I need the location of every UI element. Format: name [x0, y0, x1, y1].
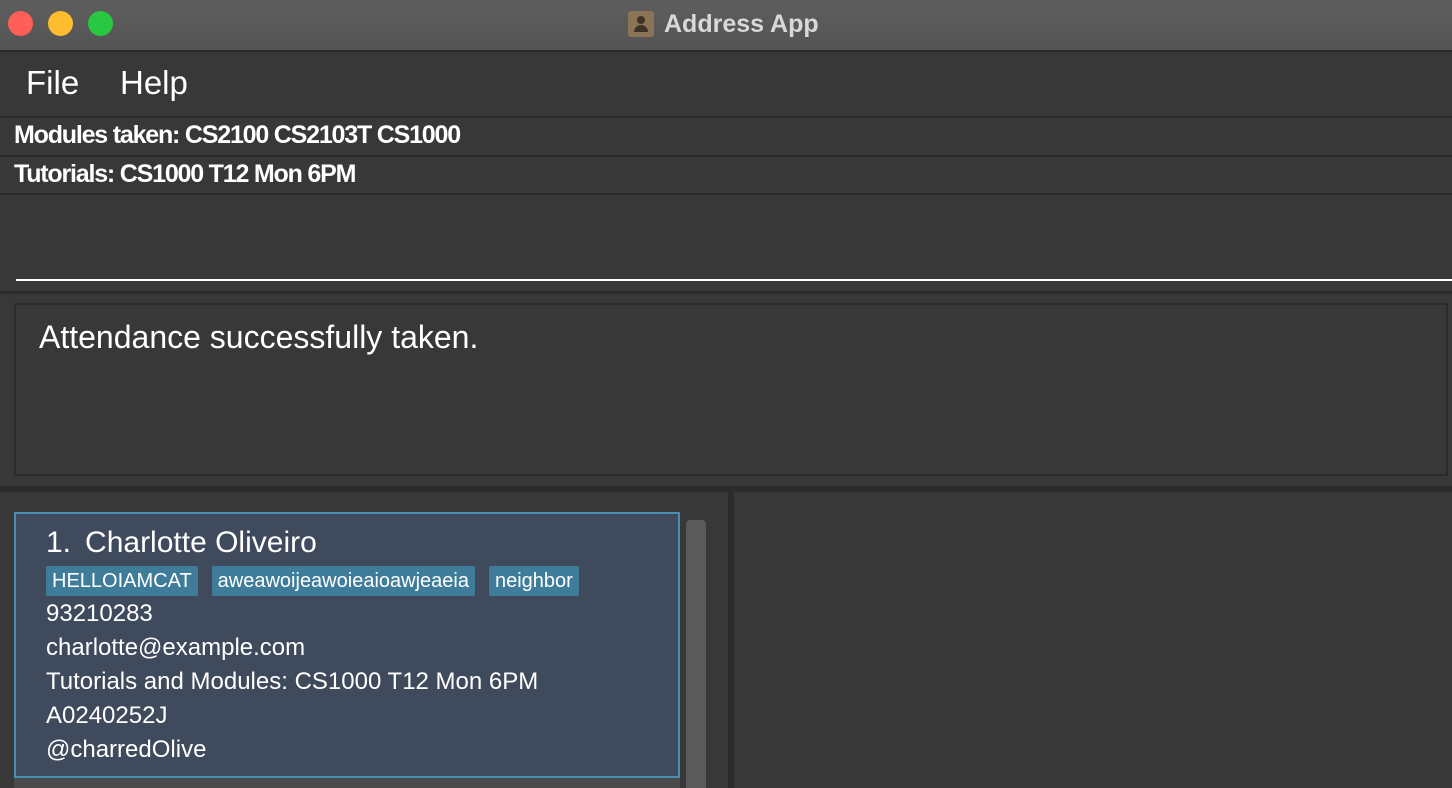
tag: aweawoijeawoieaioawjeaeia [211, 566, 475, 596]
person-index: 1. [46, 526, 72, 559]
maximize-window-button[interactable] [88, 11, 113, 36]
title-bar: Address App [0, 0, 1452, 52]
detail-panel [734, 492, 1452, 788]
result-display: Attendance successfully taken. [14, 303, 1448, 476]
person-tags: HELLOIAMCAT aweawoijeawoieaioawjeaeia ne… [46, 566, 579, 596]
command-box [0, 193, 1452, 294]
address-book-icon [628, 11, 654, 37]
menu-bar: File Help [0, 52, 1452, 116]
menu-file[interactable]: File [26, 64, 79, 102]
close-window-button[interactable] [8, 11, 33, 36]
tutorials-label: Tutorials: CS1000 T12 Mon 6PM [0, 155, 1452, 191]
person-telegram: @charredOlive [46, 736, 207, 763]
modules-taken-label: Modules taken: CS2100 CS2103T CS1000 [0, 116, 1452, 152]
window-title-group: Address App [628, 8, 819, 40]
person-phone: 93210283 [46, 600, 153, 627]
person-list-panel: 1. Charlotte Oliveiro HELLOIAMCAT aweawoi… [0, 492, 728, 788]
person-name: Charlotte Oliveiro [85, 526, 317, 559]
person-name-row: 1. Charlotte Oliveiro [46, 526, 317, 560]
window-title: Address App [664, 9, 819, 38]
minimize-window-button[interactable] [48, 11, 73, 36]
person-card[interactable]: 1. Charlotte Oliveiro HELLOIAMCAT aweawoi… [14, 512, 680, 778]
person-student-id: A0240252J [46, 702, 168, 729]
menu-help[interactable]: Help [120, 64, 188, 102]
next-card-edge [14, 778, 680, 788]
person-email: charlotte@example.com [46, 634, 306, 661]
person-tutorials: Tutorials and Modules: CS1000 T12 Mon 6P… [46, 668, 539, 695]
result-message: Attendance successfully taken. [39, 319, 479, 355]
tag: neighbor [488, 566, 579, 596]
list-scrollbar[interactable] [686, 520, 706, 788]
command-input[interactable] [16, 225, 1452, 281]
tag: HELLOIAMCAT [46, 566, 198, 596]
